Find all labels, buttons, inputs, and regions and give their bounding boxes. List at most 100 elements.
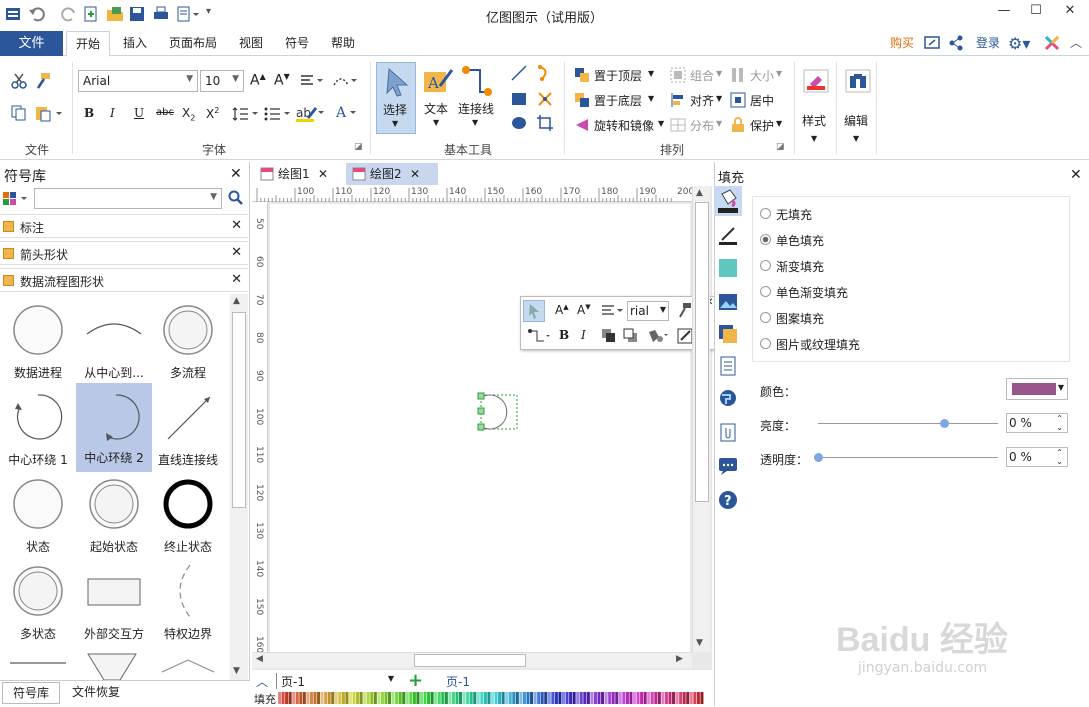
doc-tab-drawing1[interactable]: 绘图1 ✕ [256, 163, 342, 185]
brightness-input[interactable]: 0 % ⌃ ⌄ [1006, 413, 1068, 433]
category-callout[interactable]: 标注 ✕ [0, 214, 248, 238]
canvas-horizontal-scrollbar[interactable]: ◀ ▶ [252, 652, 692, 668]
mini-shrink-font-icon[interactable]: A▼ [577, 303, 591, 317]
layer-tab-icon[interactable] [718, 324, 738, 344]
tab-start[interactable]: 开始 [66, 31, 110, 57]
library-scrollbar[interactable]: ▲ ▼ [230, 294, 248, 680]
highlight-icon[interactable]: ab [296, 104, 326, 122]
tab-symbol[interactable]: 符号 [280, 31, 314, 56]
open-folder-icon[interactable] [106, 5, 124, 23]
center-button[interactable]: 居中 [730, 91, 786, 109]
scrollbar-thumb[interactable] [414, 654, 526, 667]
mini-fill-icon[interactable] [645, 328, 671, 344]
brightness-slider-thumb[interactable] [940, 419, 949, 428]
mini-send-back-icon[interactable] [623, 328, 639, 344]
tab-symbol-library[interactable]: 符号库 [2, 682, 60, 704]
rotate-mirror-button[interactable]: 旋转和镜像 ▼ [574, 116, 666, 134]
transparency-input[interactable]: 0 % ⌃ ⌄ [1006, 447, 1068, 467]
category-arrow-shapes[interactable]: 箭头形状 ✕ [0, 241, 248, 265]
comment-tab-icon[interactable] [718, 456, 738, 476]
page-up-icon[interactable]: ︿ [256, 673, 268, 690]
text-align-icon[interactable] [300, 73, 326, 89]
file-menu[interactable]: 文件 [0, 31, 63, 56]
mini-bring-front-icon[interactable] [601, 328, 617, 344]
redo-icon[interactable] [60, 5, 78, 23]
shape-center-surround-1[interactable]: 中心环绕 1 [0, 385, 76, 472]
scroll-right-icon[interactable]: ▶ [676, 654, 683, 664]
mini-align-icon[interactable] [601, 304, 625, 318]
add-page-icon[interactable]: + [408, 670, 423, 691]
radio-pattern-fill[interactable]: 图案填充 [760, 310, 960, 328]
shape-center-surround-2[interactable]: 中心环绕 2 [76, 383, 152, 472]
image-tab-icon[interactable] [718, 292, 738, 312]
distribute-button[interactable]: 分布 ▼ [670, 116, 726, 134]
size-button[interactable]: 大小 ▼ [730, 66, 786, 84]
radio-mono-gradient-fill[interactable]: 单色渐变填充 [760, 284, 960, 302]
radio-gradient-fill[interactable]: 渐变填充 [760, 258, 960, 276]
close-window-button[interactable]: ✕ [1058, 3, 1082, 23]
bring-to-front-button[interactable]: 置于顶层 ▼ [574, 66, 664, 84]
line-tool-icon[interactable] [510, 64, 528, 82]
underline-icon[interactable]: U [134, 106, 144, 120]
subscript-icon[interactable]: X2 [182, 106, 195, 122]
shrink-font-icon[interactable]: A▼ [274, 72, 290, 89]
minimize-button[interactable]: — [992, 3, 1016, 23]
share-icon[interactable] [948, 35, 964, 51]
scroll-down-icon[interactable]: ▼ [696, 638, 703, 648]
close-tab-icon[interactable]: ✕ [410, 163, 420, 185]
mini-bold-icon[interactable]: B [559, 328, 569, 342]
close-category-icon[interactable]: ✕ [231, 218, 242, 233]
shape-center-to[interactable]: 从中心到... [76, 298, 152, 385]
shape-straight-connector[interactable]: 直线连接线 [150, 385, 226, 472]
share-screen-icon[interactable] [924, 35, 940, 51]
spinner-arrows-icon[interactable]: ⌃ ⌄ [1056, 414, 1063, 432]
document-tab-icon[interactable] [718, 356, 738, 376]
style-button[interactable]: 样式 ▼ [798, 62, 834, 148]
radio-solid-fill[interactable]: 单色填充 [760, 232, 960, 250]
shape-state[interactable]: 状态 [0, 472, 76, 559]
transparency-slider-thumb[interactable] [814, 453, 823, 462]
brightness-slider-track[interactable] [818, 423, 998, 424]
font-name-select[interactable]: Arial ▼ [78, 70, 198, 92]
tab-help[interactable]: 帮助 [326, 31, 360, 56]
copy-icon[interactable] [10, 104, 28, 122]
color-picker[interactable]: ▼ [1006, 378, 1068, 400]
superscript-icon[interactable]: X2 [206, 106, 219, 121]
radio-picture-fill[interactable]: 图片或纹理填充 [760, 336, 960, 354]
mini-font-select[interactable]: rial ▼ [627, 301, 669, 321]
help-tab-icon[interactable]: ? [718, 490, 738, 510]
shape-data-process[interactable]: 数据进程 [0, 298, 76, 385]
settings-gear-icon[interactable]: ⚙▾ [1008, 34, 1030, 53]
protect-button[interactable]: 保护 ▼ [730, 116, 786, 134]
library-search-input[interactable]: ▼ [34, 188, 222, 209]
align-button[interactable]: 对齐 ▼ [670, 91, 726, 109]
shadow-tab-icon[interactable] [718, 258, 738, 278]
close-tab-icon[interactable]: ✕ [318, 163, 328, 185]
app-menu-icon[interactable] [4, 5, 22, 23]
globe-tab-icon[interactable] [718, 388, 738, 408]
text-tool-button[interactable]: A 文本 ▼ [420, 62, 456, 134]
cross-tool-icon[interactable] [536, 90, 554, 108]
group-button[interactable]: 组合 ▼ [670, 66, 726, 84]
line-tab-icon[interactable] [718, 226, 738, 246]
shape-end-state[interactable]: 终止状态 [150, 472, 226, 559]
selected-arc-shape[interactable] [474, 390, 522, 432]
transparency-slider-track[interactable] [818, 457, 998, 458]
crop-tool-icon[interactable] [536, 114, 554, 132]
arc-tool-icon[interactable] [536, 64, 554, 82]
collapse-ribbon-icon[interactable]: ︿ [1070, 34, 1082, 51]
bullet-list-icon[interactable] [264, 106, 292, 122]
palette-swatches[interactable] [278, 692, 708, 704]
font-dialog-launcher-icon[interactable]: ◪ [354, 142, 363, 152]
bold-icon[interactable]: B [84, 106, 94, 120]
scroll-up-icon[interactable]: ▲ [233, 296, 240, 306]
scrollbar-thumb[interactable] [232, 312, 246, 508]
paste-icon[interactable] [34, 104, 64, 122]
select-tool-button[interactable]: 选择 ▼ [376, 62, 416, 134]
shape-multi-state[interactable]: 多状态 [0, 559, 76, 646]
ellipse-tool-icon[interactable] [510, 114, 528, 132]
connector-tool-button[interactable]: 连接线 ▼ [456, 62, 498, 134]
line-style-icon[interactable] [332, 73, 358, 89]
close-category-icon[interactable]: ✕ [231, 272, 242, 287]
canvas-vertical-scrollbar[interactable]: ▲ ▼ [692, 186, 710, 652]
